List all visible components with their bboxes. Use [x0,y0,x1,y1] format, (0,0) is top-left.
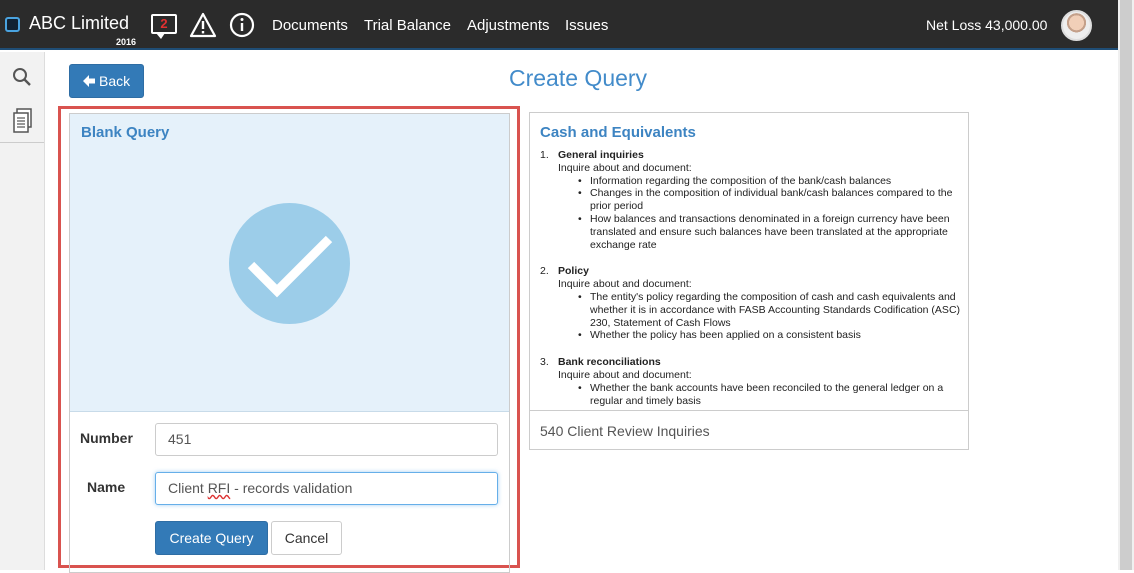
top-navbar: ABC Limited 2016 2 Documents Trial Balan… [0,0,1118,50]
back-button[interactable]: Back [69,64,144,98]
name-input-value-end: - records validation [230,480,353,496]
list-item: The entity's policy regarding the compos… [578,291,968,329]
number-input-value: 451 [168,431,192,447]
list-item: Whether the policy has been applied on a… [578,329,968,342]
sidebar-divider [0,142,44,143]
list-item: Information regarding the composition of… [578,175,968,188]
nav-issues[interactable]: Issues [565,17,608,34]
cancel-button[interactable]: Cancel [271,521,342,555]
documents-icon[interactable] [12,108,34,134]
list-item: How balances and transactions denominate… [578,213,968,251]
section-number: 1. [540,149,549,161]
blank-query-title: Blank Query [81,124,170,141]
name-label: Name [87,479,126,495]
user-avatar[interactable] [1061,10,1092,41]
template-name: 540 Client Review Inquiries [540,423,710,439]
section-intro: Inquire about and document: [558,161,692,174]
section-intro: Inquire about and document: [558,278,692,291]
page-scrollbar[interactable] [1118,0,1134,570]
template-title: Cash and Equivalents [540,124,696,141]
template-card-cash[interactable]: Cash and Equivalents 1. General inquirie… [529,112,969,450]
search-icon[interactable] [12,67,32,87]
name-input-spellcheck-word: RFI [207,480,231,496]
fiscal-year: 2016 [116,37,137,47]
number-label: Number [80,430,133,446]
company-name[interactable]: ABC Limited [29,13,129,34]
arrow-left-icon [83,75,95,87]
section-1: 1. General inquiries Inquire about and d… [540,149,968,251]
nav-adjustments[interactable]: Adjustments [467,17,550,34]
selected-check-icon [229,203,350,324]
app-logo-icon[interactable] [5,17,20,32]
blank-query-card: Blank Query Number 451 Name Client RFI -… [69,113,510,573]
name-input-value-start: Client [168,480,208,496]
template-preview: Cash and Equivalents 1. General inquirie… [530,113,968,411]
create-query-button[interactable]: Create Query [155,521,268,555]
section-heading: Bank reconciliations [558,356,661,369]
section-heading: Policy [558,265,589,278]
section-intro: Inquire about and document: [558,368,692,381]
number-input[interactable]: 451 [155,423,498,456]
net-loss-indicator: Net Loss 43,000.00 [926,17,1048,33]
page-title: Create Query [509,65,648,91]
warning-icon[interactable] [189,12,217,38]
scrollbar-thumb[interactable] [1120,0,1132,570]
template-sections: 1. General inquiries Inquire about and d… [540,149,968,410]
checkmark-icon [247,235,333,298]
list-item: Changes in the composition of individual… [578,187,968,213]
section-number: 2. [540,265,549,278]
section-3: 3. Bank reconciliations Inquire about an… [540,356,968,407]
section-2: 2. Policy Inquire about and document: Th… [540,265,968,342]
info-icon[interactable] [229,12,255,38]
section-number: 3. [540,356,549,369]
back-button-label: Back [99,73,131,89]
nav-documents[interactable]: Documents [272,17,348,34]
notification-count: 2 [160,16,168,31]
name-input[interactable]: Client RFI - records validation [155,472,498,505]
left-sidebar [0,52,45,570]
list-item: Whether the bank accounts have been reco… [578,382,968,408]
nav-trial-balance[interactable]: Trial Balance [364,17,451,34]
notifications-chat-icon[interactable]: 2 [151,14,177,39]
blank-query-tile[interactable]: Blank Query [70,114,509,412]
section-heading: General inquiries [558,149,644,161]
